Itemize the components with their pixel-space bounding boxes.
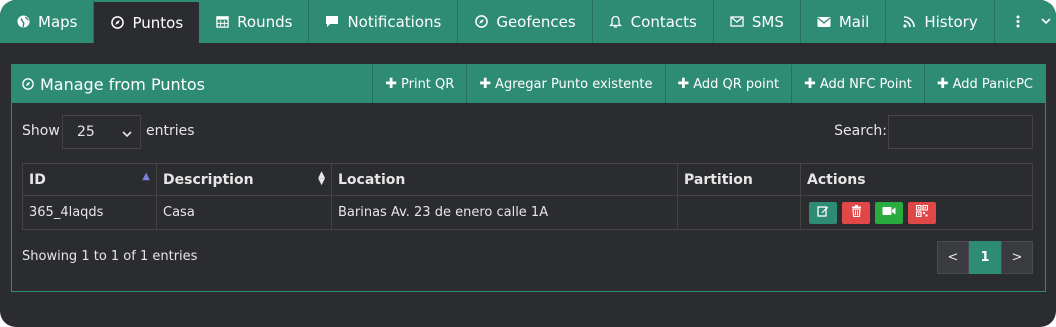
tab-contacts[interactable]: Contacts — [593, 0, 714, 43]
page-1-button[interactable]: 1 — [969, 241, 1001, 274]
table-controls: Show 25 entries Search: — [22, 115, 1033, 149]
app-window: Maps Puntos Rounds Notifications Geofenc… — [0, 0, 1056, 327]
button-label: Agregar Punto existente — [495, 76, 653, 92]
delete-button[interactable] — [842, 201, 870, 224]
entries-value: 25 — [77, 124, 95, 140]
tab-maps[interactable]: Maps — [0, 0, 95, 43]
top-nav: Maps Puntos Rounds Notifications Geofenc… — [0, 0, 1056, 43]
add-nfc-point-button[interactable]: ✚ Add NFC Point — [791, 65, 924, 103]
row-actions — [807, 201, 1026, 224]
tab-history[interactable]: History — [886, 0, 995, 43]
envelope-icon — [817, 15, 831, 29]
cell-actions — [800, 195, 1033, 230]
add-qr-point-button[interactable]: ✚ Add QR point — [664, 65, 792, 103]
table-info: Showing 1 to 1 of 1 entries — [22, 249, 198, 264]
rss-icon — [902, 15, 916, 29]
previous-page-button[interactable]: < — [937, 241, 969, 274]
cell-id: 365_4laqds — [22, 195, 157, 230]
entries-label: entries — [146, 123, 195, 139]
more-menu-button[interactable] — [995, 0, 1056, 43]
panel-title-text: Manage from Puntos — [40, 74, 206, 94]
vertical-ellipsis-icon — [1011, 15, 1025, 29]
panel-title: Manage from Puntos — [12, 75, 372, 94]
search-input[interactable] — [888, 115, 1033, 149]
pagination: < 1 > — [937, 241, 1033, 274]
bell-icon — [609, 15, 623, 29]
envelope-open-icon — [730, 15, 744, 29]
compass-icon — [110, 16, 124, 30]
comment-icon — [325, 15, 339, 29]
tab-label: Puntos — [132, 13, 184, 32]
show-label: Show — [22, 123, 60, 139]
print-qr-button[interactable]: ✚ Print QR — [372, 65, 466, 103]
button-label: Print QR — [401, 76, 455, 92]
tab-sms[interactable]: SMS — [714, 0, 801, 43]
edit-icon — [817, 205, 829, 221]
search-label: Search: — [834, 123, 887, 139]
compass-icon — [22, 75, 34, 94]
table-header-row: ID ▲ Description ▲ ▼ Location Partition A — [22, 163, 1033, 196]
tab-rounds[interactable]: Rounds — [199, 0, 310, 43]
column-header-partition[interactable]: Partition — [677, 163, 801, 196]
tab-geofences[interactable]: Geofences — [458, 0, 593, 43]
button-label: Add NFC Point — [819, 76, 912, 92]
add-panicpc-button[interactable]: ✚ Add PanicPC — [923, 65, 1045, 103]
trash-icon — [851, 204, 862, 221]
chevron-down-icon — [122, 126, 132, 142]
tab-mail[interactable]: Mail — [801, 0, 887, 43]
tab-puntos[interactable]: Puntos — [94, 2, 200, 43]
puntos-panel: Manage from Puntos ✚ Print QR ✚ Agregar … — [11, 64, 1046, 292]
tab-label: Geofences — [496, 12, 576, 31]
qr-code-button[interactable] — [908, 201, 936, 224]
entries-per-page-select[interactable]: 25 — [62, 115, 141, 149]
tab-label: Contacts — [630, 12, 697, 31]
plus-icon: ✚ — [385, 76, 397, 92]
tab-label: Mail — [838, 12, 870, 31]
cell-description: Casa — [156, 195, 332, 230]
plus-icon: ✚ — [479, 76, 492, 92]
tab-label: SMS — [751, 12, 784, 31]
sort-icon: ▲ ▼ — [318, 170, 325, 187]
column-header-actions: Actions — [800, 163, 1033, 196]
cell-location: Barinas Av. 23 de enero calle 1A — [331, 195, 678, 230]
column-header-description[interactable]: Description ▲ ▼ — [156, 163, 332, 196]
chevron-down-icon — [1039, 15, 1053, 29]
cell-partition — [677, 195, 801, 230]
add-existing-point-button[interactable]: ✚ Agregar Punto existente — [466, 65, 664, 103]
button-label: Add QR point — [693, 76, 780, 92]
plus-icon: ✚ — [804, 76, 816, 92]
compass-icon — [474, 15, 488, 29]
plus-icon: ✚ — [936, 76, 949, 92]
plus-icon: ✚ — [677, 76, 690, 92]
sort-asc-icon: ▲ — [142, 171, 150, 182]
column-header-location[interactable]: Location — [331, 163, 678, 196]
button-label: Add PanicPC — [952, 76, 1033, 92]
globe-icon — [16, 15, 30, 29]
next-page-button[interactable]: > — [1001, 241, 1033, 274]
table-row: 365_4laqds Casa Barinas Av. 23 de enero … — [22, 195, 1033, 230]
tab-label: Notifications — [347, 12, 442, 31]
qr-code-icon — [915, 204, 929, 221]
puntos-table: ID ▲ Description ▲ ▼ Location Partition A — [22, 163, 1033, 230]
tab-label: Maps — [38, 12, 78, 31]
tab-label: History — [924, 12, 978, 31]
calendar-icon — [215, 15, 229, 29]
panel-header: Manage from Puntos ✚ Print QR ✚ Agregar … — [12, 65, 1045, 103]
video-camera-icon — [882, 205, 896, 220]
tab-label: Rounds — [237, 12, 293, 31]
edit-button[interactable] — [809, 201, 837, 224]
column-header-id[interactable]: ID ▲ — [22, 163, 157, 196]
video-button[interactable] — [875, 201, 903, 224]
tab-notifications[interactable]: Notifications — [309, 0, 459, 43]
